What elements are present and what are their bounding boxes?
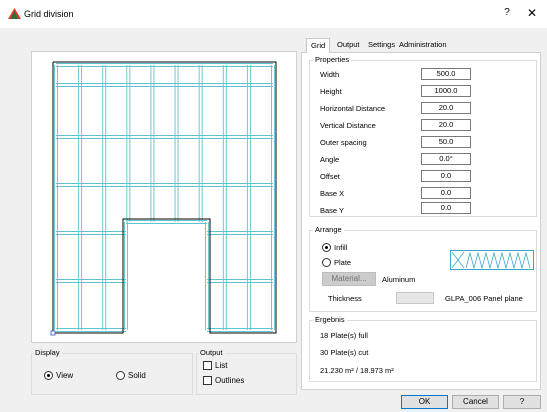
material-button[interactable]: Material... [322,272,376,286]
window-title: Grid division [24,9,74,19]
output-outlines-label[interactable]: Outlines [215,376,244,385]
output-list-checkbox[interactable] [203,361,212,370]
display-view-label[interactable]: View [56,371,73,380]
result-full-plates: 18 Plate(s) full [320,331,368,340]
help-title-button[interactable]: ? [500,7,514,21]
app-logo-icon [8,8,21,19]
width-label: Width [320,70,340,79]
material-value: Aluminum [382,275,416,284]
tab-grid[interactable]: Grid [306,38,331,53]
arrange-infill-label[interactable]: Infill [334,243,347,252]
angle-input[interactable]: 0.0° [421,153,471,165]
display-view-radio[interactable] [44,371,53,380]
vertical-distance-input[interactable]: 20.0 [421,119,471,131]
base-x-label: Base X [320,189,345,198]
cancel-button[interactable]: Cancel [452,395,499,409]
result-area: 21.230 m² / 18.973 m² [320,366,394,375]
close-button[interactable]: ✕ [525,6,539,20]
height-label: Height [320,87,342,96]
offset-input[interactable]: 0.0 [421,170,471,182]
display-group-label: Display [33,348,62,357]
height-input[interactable]: 1000.0 [421,85,471,97]
base-y-label: Base Y [320,206,345,215]
result-cut-plates: 30 Plate(s) cut [320,348,369,357]
output-group [196,353,297,395]
outer-outline [52,61,277,334]
tab-administration[interactable]: Administration [395,38,451,52]
thickness-input[interactable] [396,292,434,304]
panel-name: GLPA_006 Panel plane [445,294,523,303]
base-x-input[interactable]: 0.0 [421,187,471,199]
base-y-input[interactable]: 0.0 [421,202,471,214]
vertical-distance-label: Vertical Distance [320,121,376,130]
width-input[interactable]: 500.0 [421,68,471,80]
panel-pattern-preview [450,250,534,270]
output-list-label[interactable]: List [215,361,227,370]
ok-button[interactable]: OK [401,395,448,409]
horizontal-distance-input[interactable]: 20.0 [421,102,471,114]
tab-output[interactable]: Output [333,38,364,52]
base-point-marker [50,330,56,336]
arrange-plate-radio[interactable] [322,258,331,267]
help-button[interactable]: ? [503,395,541,409]
display-solid-radio[interactable] [116,371,125,380]
thickness-label: Thickness [328,294,362,303]
outer-spacing-label: Outer spacing [320,138,367,147]
outer-spacing-input[interactable]: 50.0 [421,136,471,148]
output-group-label: Output [198,348,225,357]
properties-group-label: Properties [313,55,352,64]
title-bar: Grid division ? ✕ [0,0,547,28]
result-group-label: Ergebnis [313,315,347,324]
arrange-group-label: Arrange [313,225,344,234]
arrange-infill-radio[interactable] [322,243,331,252]
horizontal-distance-label: Horizontal Distance [320,104,386,113]
grid-preview[interactable] [31,51,297,343]
tab-settings[interactable]: Settings [364,38,399,52]
offset-label: Offset [320,172,340,181]
arrange-plate-label[interactable]: Plate [334,258,351,267]
grid-preview-drawing [50,61,277,336]
output-outlines-checkbox[interactable] [203,376,212,385]
angle-label: Angle [320,155,340,164]
display-solid-label[interactable]: Solid [128,371,146,380]
